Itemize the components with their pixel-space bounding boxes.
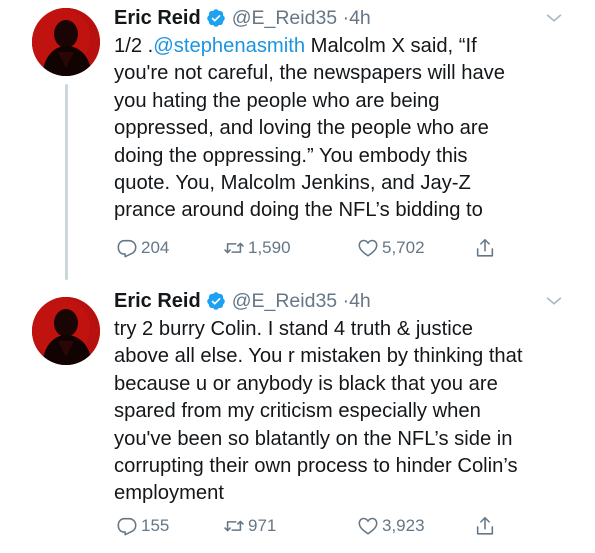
tweet-text-line: try 2 burry Colin. I stand 4 truth & jus…	[114, 318, 474, 340]
verified-badge-icon	[206, 291, 226, 311]
like-button[interactable]: 5,702	[357, 234, 425, 262]
retweet-count: 1,590	[248, 238, 291, 257]
mention-link[interactable]: @stephenasmith	[153, 35, 305, 57]
avatar-image	[32, 8, 100, 76]
tweet-text-line: 1/2 .@stephenasmith Malcolm X said, “If	[114, 33, 584, 60]
avatar[interactable]	[32, 297, 100, 365]
chevron-down-icon[interactable]	[543, 290, 565, 312]
chevron-down-icon[interactable]	[543, 7, 565, 29]
verified-badge-icon	[206, 8, 226, 28]
tweet[interactable]: Eric Reid @E_Reid35 ·4h try 2 burry Coli…	[0, 280, 595, 553]
heart-icon	[358, 517, 378, 535]
tweet-text-line: corrupting their own process to hinder C…	[114, 455, 518, 478]
retweet-button[interactable]: 971	[223, 512, 276, 540]
like-count: 3,923	[382, 516, 425, 535]
heart-icon	[358, 239, 378, 257]
retweet-icon	[224, 242, 244, 254]
retweet-button[interactable]: 1,590	[223, 234, 291, 262]
tweet-text-line: spared from my criticism especially when	[114, 400, 481, 423]
reply-icon	[117, 517, 137, 536]
tweet-text-line: prance around doing the NFL’s bidding to	[114, 199, 483, 222]
author-handle[interactable]: @E_Reid35 ·4h	[232, 290, 371, 313]
tweet-header: Eric Reid @E_Reid35 ·4h	[114, 3, 565, 33]
text-rest: Malcolm X said, “If	[305, 35, 477, 57]
author-name[interactable]: Eric Reid	[114, 7, 201, 30]
share-button[interactable]	[474, 234, 496, 262]
tweet-header: Eric Reid @E_Reid35 ·4h	[114, 286, 565, 316]
text-prefix: 1/2 .	[114, 35, 154, 57]
handle-text: @E_Reid35	[231, 6, 338, 29]
tweet[interactable]: Eric Reid @E_Reid35 ·4h 1/2 .@stephenasm…	[0, 0, 595, 280]
avatar-image	[32, 297, 100, 365]
author-handle[interactable]: @E_Reid35 ·4h	[232, 7, 371, 30]
share-button[interactable]	[474, 512, 496, 540]
handle-text: @E_Reid35	[231, 289, 338, 312]
like-count: 5,702	[382, 238, 425, 257]
like-button[interactable]: 3,923	[357, 512, 425, 540]
tweet-text-line: you hating the people who are being	[114, 89, 440, 112]
share-icon	[476, 238, 494, 257]
reply-count: 204	[141, 238, 170, 257]
tweet-text-line: employment	[114, 482, 224, 505]
tweet-time[interactable]: 4h	[349, 7, 371, 29]
retweet-icon	[224, 520, 244, 532]
retweet-count: 971	[248, 516, 277, 535]
tweet-text-line: oppressed, and loving the people who are	[114, 117, 489, 140]
tweet-text-line: above all else. You r mistaken by thinki…	[114, 345, 523, 368]
share-icon	[476, 516, 494, 535]
tweet-text-line: you've been so blatantly on the NFL’s si…	[114, 427, 513, 450]
tweet-time[interactable]: 4h	[349, 290, 371, 312]
tweet-actions: 204 1,590 5,702	[114, 234, 514, 262]
reply-icon	[117, 239, 137, 258]
avatar[interactable]	[32, 8, 100, 76]
reply-button[interactable]: 204	[116, 234, 169, 262]
tweet-actions: 155 971 3,923	[114, 512, 514, 540]
tweet-text-line: quote. You, Malcolm Jenkins, and Jay-Z	[114, 172, 471, 195]
tweet-text-line: doing the oppressing.” You embody this	[114, 144, 468, 167]
tweet-text: 1/2 .@stephenasmith Malcolm X said, “If …	[114, 33, 584, 225]
tweet-text-line: because u or anybody is black that you a…	[114, 372, 498, 395]
tweet-text-line: you're not careful, the newspapers will …	[114, 62, 505, 85]
author-name[interactable]: Eric Reid	[114, 290, 201, 313]
tweet-text: try 2 burry Colin. I stand 4 truth & jus…	[114, 316, 584, 508]
reply-button[interactable]: 155	[116, 512, 169, 540]
reply-count: 155	[141, 516, 170, 535]
